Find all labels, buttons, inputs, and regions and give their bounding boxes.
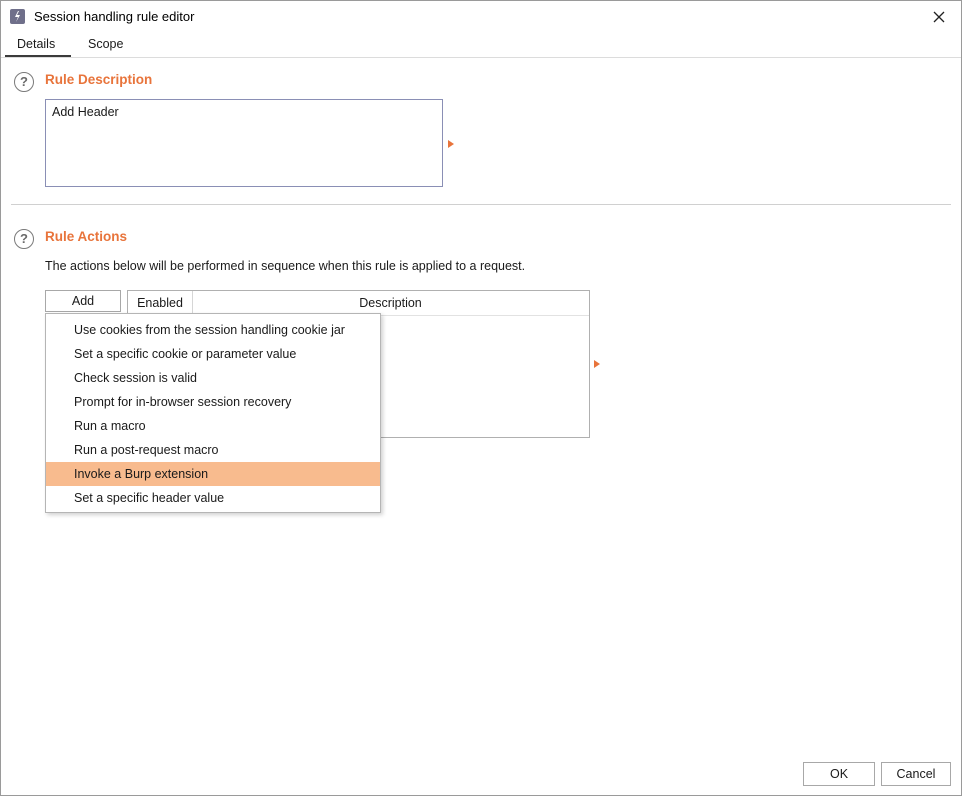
cancel-button[interactable]: Cancel [881,762,951,786]
title-bar: Session handling rule editor [1,1,961,33]
rule-description-field[interactable]: Add Header [45,99,443,187]
rule-actions-info: The actions below will be performed in s… [45,259,526,273]
menu-item-use-cookies[interactable]: Use cookies from the session handling co… [46,318,380,342]
expand-arrow-icon[interactable] [594,360,600,368]
burp-app-icon [10,9,25,24]
menu-item-invoke-burp-extension[interactable]: Invoke a Burp extension [46,462,380,486]
expand-arrow-icon[interactable] [448,140,454,148]
ok-button[interactable]: OK [803,762,875,786]
column-header-enabled[interactable]: Enabled [128,291,193,315]
help-icon[interactable]: ? [14,72,34,92]
help-icon[interactable]: ? [14,229,34,249]
tab-scope[interactable]: Scope [88,37,123,51]
menu-item-set-header-value[interactable]: Set a specific header value [46,486,380,510]
rule-editor-dialog: Session handling rule editor Details Sco… [0,0,962,796]
menu-item-run-macro[interactable]: Run a macro [46,414,380,438]
rule-actions-heading: Rule Actions [45,229,128,244]
menu-item-set-cookie-parameter[interactable]: Set a specific cookie or parameter value [46,342,380,366]
selected-tab-indicator [5,55,71,57]
tab-bar: Details Scope [1,33,961,58]
tab-details[interactable]: Details [17,37,55,51]
rule-description-heading: Rule Description [45,72,153,87]
section-divider [11,204,951,205]
menu-item-run-post-request-macro[interactable]: Run a post-request macro [46,438,380,462]
add-action-menu: Use cookies from the session handling co… [45,313,381,513]
close-icon[interactable] [929,7,949,27]
window-title: Session handling rule editor [34,9,195,24]
column-header-description[interactable]: Description [192,291,589,315]
menu-item-prompt-recovery[interactable]: Prompt for in-browser session recovery [46,390,380,414]
add-button[interactable]: Add [45,290,121,312]
menu-item-check-session[interactable]: Check session is valid [46,366,380,390]
